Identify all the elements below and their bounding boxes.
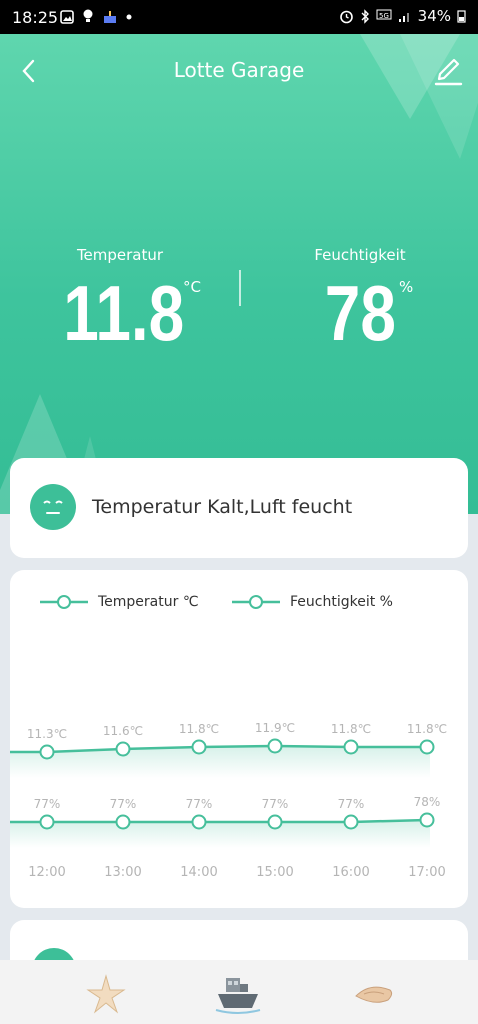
humidity-label: Feuchtigkeit: [314, 246, 406, 264]
temperature-unit: °C: [183, 278, 201, 296]
series-1-line: [10, 818, 428, 824]
edit-button[interactable]: [432, 54, 464, 86]
series-0-data-label: 11.8℃: [407, 722, 447, 736]
bluetooth-icon: [361, 8, 369, 24]
comfort-card: Temperatur Kalt,Luft feucht: [10, 458, 468, 558]
shell-icon: [355, 986, 393, 1003]
series-0-data-label: 11.3℃: [27, 727, 67, 741]
series-0-point: [419, 739, 435, 755]
humidity-value: 78: [324, 269, 396, 357]
series-1-data-label: 77%: [338, 797, 365, 811]
battery-icon: [457, 10, 466, 23]
series-1-data-label: 77%: [110, 797, 137, 811]
temperature-reading: Temperatur 11.8 °C: [50, 246, 201, 352]
comfort-text: Temperatur Kalt,Luft feucht: [92, 496, 353, 518]
series-1-point: [343, 814, 359, 830]
series-1-point: [267, 814, 283, 830]
series-0-data-label: 11.8℃: [179, 722, 219, 736]
series-1-area: [10, 820, 430, 848]
series-0-point: [343, 739, 359, 755]
5g-icon: 5G: [376, 9, 392, 20]
temperature-label: Temperatur: [76, 246, 164, 264]
x-tick-label: 12:00: [28, 865, 65, 880]
temperature-value: 11.8: [63, 269, 185, 357]
gallery-icon: [60, 9, 74, 24]
series-1-data-label: 78%: [414, 795, 441, 809]
x-tick-label: 14:00: [180, 865, 217, 880]
cake-icon: [104, 10, 116, 23]
tab-starfish[interactable]: [82, 970, 130, 1018]
header-panel: Lotte Garage Temperatur 11.8 °C Feuchtig…: [0, 34, 478, 514]
series-1-data-label: 77%: [34, 797, 61, 811]
x-tick-label: 15:00: [256, 865, 293, 880]
series-0-data-label: 11.6℃: [103, 724, 143, 738]
series-0-data-label: 11.8℃: [331, 722, 371, 736]
series-1-point: [419, 812, 435, 828]
x-tick-label: 16:00: [332, 865, 369, 880]
x-tick-label: 17:00: [408, 865, 445, 880]
series-0-point: [191, 739, 207, 755]
dot-icon: [126, 14, 132, 19]
page-title: Lotte Garage: [173, 58, 305, 82]
humidity-reading: Feuchtigkeit 78 %: [290, 246, 430, 352]
tab-shell[interactable]: [350, 970, 398, 1018]
series-1-point: [39, 814, 55, 830]
status-time: 18:25: [12, 8, 59, 27]
series-0-point: [115, 741, 131, 757]
tab-bar: [0, 960, 478, 1024]
boat-icon: [215, 978, 261, 1014]
pencil-icon: [434, 58, 463, 86]
starfish-icon: [86, 974, 126, 1014]
alarm-icon: [339, 10, 353, 23]
chart-card: Temperatur ℃ Feuchtigkeit % 11.3℃ 11.6℃ 11…: [10, 570, 468, 908]
line-chart: 11.3℃ 11.6℃ 11.8℃ 11.9℃ 11.8℃ 11.8℃ 77% 77% 77% 7…: [10, 721, 447, 880]
bulb-icon: [83, 9, 93, 22]
readings-divider: [239, 270, 241, 306]
series-1-point: [115, 814, 131, 830]
series-0-point: [39, 744, 55, 760]
series-1-data-label: 77%: [262, 797, 289, 811]
svg-text:5G: 5G: [379, 12, 389, 20]
status-bar: 18:25 5G 34%: [0, 0, 478, 34]
series-0-data-label: 11.9℃: [255, 721, 295, 735]
series-1-data-label: 77%: [186, 797, 213, 811]
series-1-point: [191, 814, 207, 830]
battery-text: 34%: [417, 7, 451, 25]
signal-icon: [398, 13, 409, 22]
x-tick-label: 13:00: [104, 865, 141, 880]
neutral-face-icon: [30, 484, 76, 530]
tab-boat[interactable]: [214, 970, 262, 1018]
humidity-unit: %: [399, 278, 414, 296]
series-0-point: [267, 738, 283, 754]
